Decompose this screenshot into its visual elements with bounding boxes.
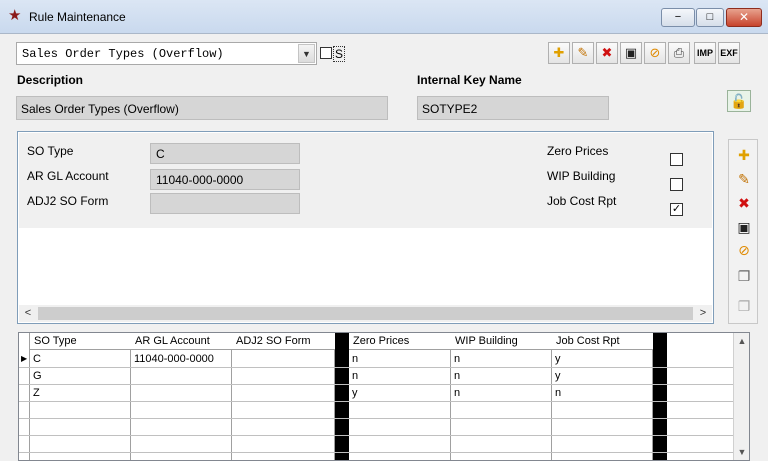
cancel-row-icon[interactable]: ⊘	[733, 239, 755, 261]
scroll-thumb[interactable]	[38, 307, 693, 320]
detail-form: SO Type C AR GL Account 11040-000-0000 A…	[19, 133, 712, 228]
row-divider	[19, 418, 733, 419]
rule-select[interactable]: Sales Order Types (Overflow) ▼	[16, 42, 317, 65]
column-header-adj2-so-form[interactable]: ADJ2 SO Form	[232, 333, 335, 350]
grid-column	[451, 333, 552, 460]
paste-row-icon: ❐	[737, 298, 751, 314]
scroll-left-icon[interactable]: <	[20, 306, 36, 321]
maximize-button[interactable]: □	[696, 8, 724, 27]
table-cell[interactable]: n	[451, 370, 460, 382]
vertical-scrollbar[interactable]: ▲ ▼	[733, 333, 749, 460]
table-cell[interactable]: n	[451, 353, 460, 365]
table-cell[interactable]: y	[552, 353, 561, 365]
table-cell[interactable]: y	[552, 370, 561, 382]
row-header-column	[19, 333, 30, 460]
horizontal-scrollbar[interactable]: < >	[19, 305, 712, 322]
table-cell[interactable]: 11040-000-0000	[131, 353, 214, 365]
row-toolbar: ✚ ✎ ✖ ▣ ⊘ ❐ ❐	[728, 139, 758, 324]
scroll-down-icon[interactable]: ▼	[734, 444, 749, 460]
adj2-so-form-label: ADJ2 SO Form	[27, 194, 109, 208]
description-field: Sales Order Types (Overflow)	[16, 96, 388, 120]
job-cost-rpt-checkbox[interactable]: ✓	[670, 203, 683, 216]
table-cell[interactable]: n	[552, 387, 561, 399]
zero-prices-label: Zero Prices	[547, 144, 609, 158]
table-cell[interactable]: C	[30, 353, 41, 365]
ar-gl-account-label: AR GL Account	[27, 169, 109, 183]
print-icon[interactable]: ⎙	[668, 42, 690, 64]
import-button[interactable]: IMP	[694, 42, 716, 64]
scroll-right-icon[interactable]: >	[695, 306, 711, 321]
delete-row-icon[interactable]: ✖	[733, 192, 755, 214]
row-divider	[19, 384, 733, 385]
edit-row-icon[interactable]: ✎	[733, 168, 755, 190]
close-button[interactable]: ✕	[726, 8, 762, 27]
checkmark-icon: ✓	[671, 203, 682, 215]
delete-icon[interactable]: ✖	[596, 42, 618, 64]
unlock-icon[interactable]: 🔓	[727, 90, 751, 112]
column-header-wip-building[interactable]: WIP Building	[451, 333, 552, 350]
grid-column	[552, 333, 653, 460]
table-cell[interactable]: n	[349, 353, 358, 365]
so-type-field[interactable]: C	[150, 143, 300, 164]
description-label: Description	[17, 73, 84, 87]
rule-select-value: Sales Order Types (Overflow)	[22, 47, 224, 61]
ar-gl-account-field[interactable]: 11040-000-0000	[150, 169, 300, 190]
row-divider	[19, 435, 733, 436]
export-button[interactable]: EXF	[718, 42, 740, 64]
table-cell[interactable]: Z	[30, 387, 40, 399]
so-type-label: SO Type	[27, 144, 74, 158]
data-grid[interactable]: SO Type AR GL Account ADJ2 SO Form Zero …	[18, 332, 750, 461]
grid-column	[349, 333, 451, 460]
row-divider	[19, 401, 733, 402]
save-icon[interactable]: ▣	[620, 42, 642, 64]
star-icon: ★	[8, 7, 22, 24]
edit-icon[interactable]: ✎	[572, 42, 594, 64]
zero-prices-checkbox[interactable]	[670, 153, 683, 166]
s-checkbox-label: S	[333, 46, 346, 62]
current-row-pointer-icon: ▶	[21, 354, 28, 363]
row-divider	[19, 452, 733, 453]
copy-row-icon[interactable]: ❐	[733, 265, 755, 287]
new-icon[interactable]: ✚	[548, 42, 570, 64]
scroll-up-icon[interactable]: ▲	[734, 333, 749, 349]
internal-key-label: Internal Key Name	[417, 73, 522, 87]
detail-panel: SO Type C AR GL Account 11040-000-0000 A…	[17, 131, 714, 324]
add-row-icon[interactable]: ✚	[733, 144, 755, 166]
table-cell[interactable]: n	[451, 387, 460, 399]
adj2-so-form-field[interactable]	[150, 193, 300, 214]
title-bar: ★ Rule Maintenance − □ ✕	[0, 0, 768, 34]
internal-key-field: SOTYPE2	[417, 96, 609, 120]
column-header-zero-prices[interactable]: Zero Prices	[349, 333, 451, 350]
column-separator	[335, 333, 349, 460]
column-header-ar-gl-account[interactable]: AR GL Account	[131, 333, 232, 350]
column-header-so-type[interactable]: SO Type	[30, 333, 131, 350]
grid-column	[30, 333, 131, 460]
cancel-icon[interactable]: ⊘	[644, 42, 666, 64]
table-cell[interactable]: n	[349, 370, 358, 382]
s-checkbox[interactable]	[320, 47, 332, 59]
minimize-button[interactable]: −	[661, 8, 695, 27]
wip-building-checkbox[interactable]	[670, 178, 683, 191]
column-header-job-cost-rpt[interactable]: Job Cost Rpt	[552, 333, 653, 350]
window-title: Rule Maintenance	[29, 10, 126, 24]
column-separator	[653, 333, 667, 460]
grid-column	[232, 333, 335, 460]
table-cell[interactable]: y	[349, 387, 358, 399]
row-divider	[19, 367, 733, 368]
job-cost-rpt-label: Job Cost Rpt	[547, 194, 617, 208]
table-cell[interactable]: G	[30, 370, 42, 382]
save-row-icon[interactable]: ▣	[733, 216, 755, 238]
chevron-down-icon[interactable]: ▼	[298, 44, 315, 63]
wip-building-label: WIP Building	[547, 169, 616, 183]
